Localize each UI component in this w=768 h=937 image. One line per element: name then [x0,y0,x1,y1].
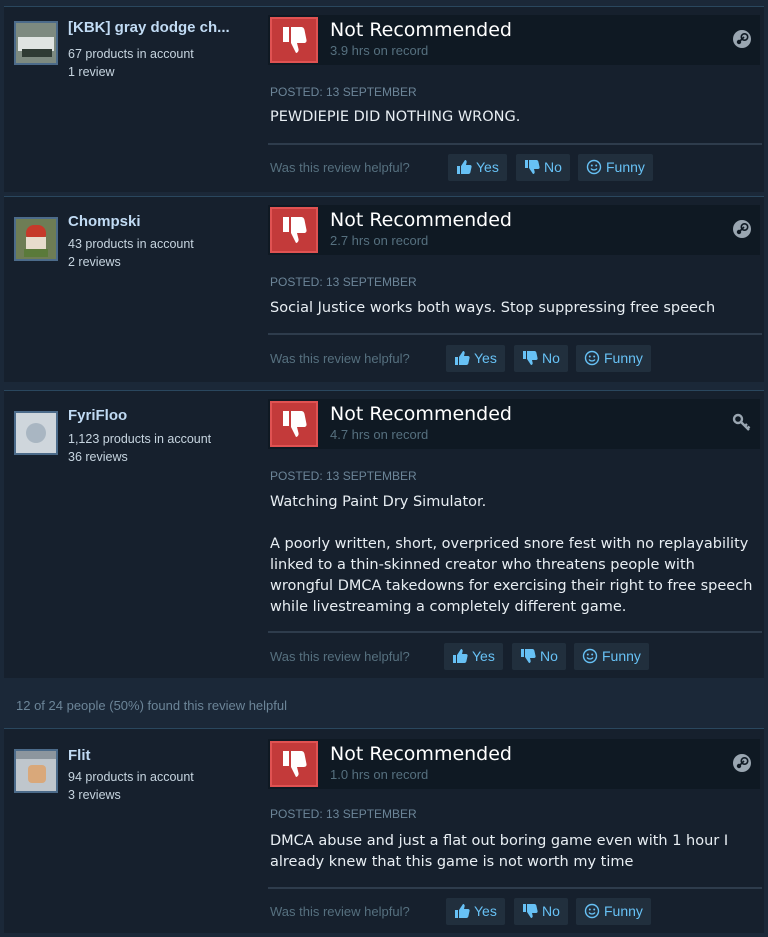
avatar[interactable] [14,411,58,455]
helpful-question: Was this review helpful? [270,351,410,366]
vote-no-button[interactable]: No [514,898,568,925]
thumbs-down-small-icon [521,649,536,663]
vote-no-button[interactable]: No [512,643,566,670]
vote-yes-button[interactable]: Yes [444,643,503,670]
thumbs-down-icon [270,741,318,787]
products-count[interactable]: 67 products in account [68,47,194,61]
verdict-label: Not Recommended [330,403,512,425]
review-content: DMCA abuse and just a flat out boring ga… [270,831,760,873]
funny-label: Funny [606,159,645,175]
vote-funny-button[interactable]: Funny [576,898,651,925]
vote-header[interactable]: Not Recommended 1.0 hrs on record [268,739,760,789]
author-name[interactable]: [KBK] gray dodge ch... [68,19,258,36]
smiley-icon [584,350,600,366]
vote-yes-button[interactable]: Yes [446,898,505,925]
yes-label: Yes [474,903,497,919]
thumbs-down-icon [270,207,318,253]
vote-no-button[interactable]: No [514,345,568,372]
divider [268,143,762,145]
thumbs-up-icon [455,351,470,365]
thumbs-up-icon [455,904,470,918]
funny-label: Funny [604,903,643,919]
author-name[interactable]: Chompski [68,213,258,230]
divider [268,631,762,633]
thumbs-down-small-icon [523,904,538,918]
reviews-count[interactable]: 3 reviews [68,788,121,802]
divider [268,333,762,335]
vote-funny-button[interactable]: Funny [576,345,651,372]
review-content: PEWDIEPIE DID NOTHING WRONG. [270,107,760,128]
posted-date: POSTED: 13 SEPTEMBER [270,807,417,821]
hours-on-record: 4.7 hrs on record [330,427,429,442]
steam-icon [733,220,751,238]
helpful-question: Was this review helpful? [270,904,410,919]
review-content: Social Justice works both ways. Stop sup… [270,298,760,319]
review-card: [KBK] gray dodge ch... 67 products in ac… [4,6,764,192]
vote-header[interactable]: Not Recommended 2.7 hrs on record [268,205,760,255]
review-paragraph: Social Justice works both ways. Stop sup… [270,300,716,316]
helpful-question: Was this review helpful? [270,649,410,664]
thumbs-down-small-icon [525,160,540,174]
smiley-icon [582,648,598,664]
thumbs-down-icon [270,401,318,447]
posted-date: POSTED: 13 SEPTEMBER [270,85,417,99]
avatar[interactable] [14,217,58,261]
vote-header[interactable]: Not Recommended 4.7 hrs on record [268,399,760,449]
thumbs-down-icon [270,17,318,63]
verdict-label: Not Recommended [330,19,512,41]
review-paragraph: A poorly written, short, overpriced snor… [270,536,753,615]
thumbs-down-small-icon [523,351,538,365]
steam-icon [733,30,751,48]
review-card: FyriFloo 1,123 products in account 36 re… [4,390,764,678]
review-content: Watching Paint Dry Simulator. A poorly w… [270,492,760,618]
no-label: No [542,903,560,919]
vote-funny-button[interactable]: Funny [574,643,649,670]
products-count[interactable]: 94 products in account [68,770,194,784]
hours-on-record: 3.9 hrs on record [330,43,429,58]
yes-label: Yes [474,350,497,366]
helpful-question: Was this review helpful? [270,160,410,175]
review-card: Chompski 43 products in account 2 review… [4,196,764,382]
posted-date: POSTED: 13 SEPTEMBER [270,469,417,483]
products-count[interactable]: 43 products in account [68,237,194,251]
review-paragraph: PEWDIEPIE DID NOTHING WRONG. [270,109,521,125]
vote-header[interactable]: Not Recommended 3.9 hrs on record [268,15,760,65]
hours-on-record: 1.0 hrs on record [330,767,429,782]
vote-no-button[interactable]: No [516,154,570,181]
key-icon [732,413,751,431]
reviews-count[interactable]: 1 review [68,65,115,79]
author-name[interactable]: Flit [68,747,258,764]
vote-yes-button[interactable]: Yes [448,154,507,181]
smiley-icon [586,159,602,175]
thumbs-up-icon [453,649,468,663]
thumbs-up-icon [457,160,472,174]
author-name[interactable]: FyriFloo [68,407,258,424]
avatar[interactable] [14,749,58,793]
vote-funny-button[interactable]: Funny [578,154,653,181]
funny-label: Funny [604,350,643,366]
no-label: No [540,648,558,664]
funny-label: Funny [602,648,641,664]
smiley-icon [584,903,600,919]
verdict-label: Not Recommended [330,209,512,231]
verdict-label: Not Recommended [330,743,512,765]
review-paragraph: Watching Paint Dry Simulator. [270,494,487,510]
no-label: No [542,350,560,366]
products-count[interactable]: 1,123 products in account [68,432,211,446]
avatar[interactable] [14,21,58,65]
review-card: Flit 94 products in account 3 reviews No… [4,728,764,933]
yes-label: Yes [476,159,499,175]
no-label: No [544,159,562,175]
posted-date: POSTED: 13 SEPTEMBER [270,275,417,289]
hours-on-record: 2.7 hrs on record [330,233,429,248]
reviews-count[interactable]: 36 reviews [68,450,128,464]
review-paragraph: DMCA abuse and just a flat out boring ga… [270,833,729,870]
divider [268,887,762,889]
found-helpful-text: 12 of 24 people (50%) found this review … [16,698,288,713]
yes-label: Yes [472,648,495,664]
vote-yes-button[interactable]: Yes [446,345,505,372]
steam-icon [733,754,751,772]
reviews-count[interactable]: 2 reviews [68,255,121,269]
